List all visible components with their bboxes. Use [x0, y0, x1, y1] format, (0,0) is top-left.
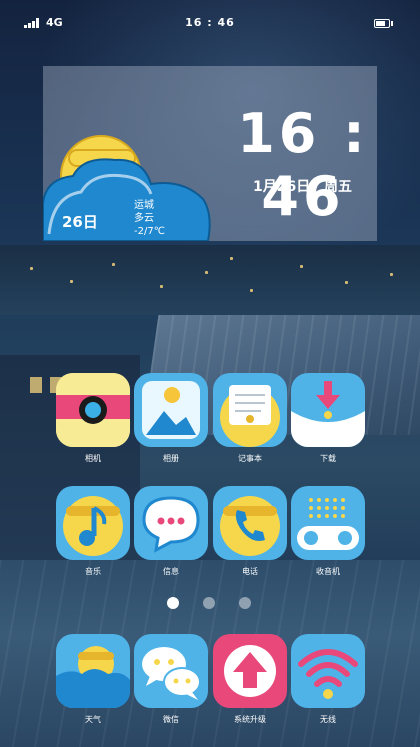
page-dot-2[interactable] [203, 597, 215, 609]
app-music[interactable]: 音乐 [56, 486, 130, 577]
widget-weekday: 周五 [324, 179, 352, 195]
wechat-icon [134, 634, 208, 708]
phone-icon [213, 486, 287, 560]
app-system-update[interactable]: 系统升级 [213, 634, 287, 725]
app-radio[interactable]: 收音机 [291, 486, 365, 577]
page-dot-3[interactable] [239, 597, 251, 609]
app-wechat[interactable]: 微信 [134, 634, 208, 725]
app-label: 下载 [320, 454, 336, 463]
page-dot-1[interactable] [167, 597, 179, 609]
notepad-icon [213, 373, 287, 447]
widget-day: 26日 [62, 213, 98, 231]
app-label: 微信 [163, 715, 179, 724]
app-label: 音乐 [85, 567, 101, 576]
radio-icon [291, 486, 365, 560]
app-messages[interactable]: 信息 [134, 486, 208, 577]
messages-icon [134, 486, 208, 560]
app-download[interactable]: 下载 [291, 373, 365, 464]
wallpaper-city-skyline [0, 245, 420, 315]
gallery-icon [134, 373, 208, 447]
app-label: 相册 [163, 454, 179, 463]
page-indicator[interactable] [0, 597, 420, 611]
camera-icon [56, 373, 130, 447]
system-update-icon [213, 634, 287, 708]
app-gallery[interactable]: 相册 [134, 373, 208, 464]
app-label: 信息 [163, 567, 179, 576]
widget-temperature: -2/7℃ [134, 226, 165, 237]
app-phone[interactable]: 电话 [213, 486, 287, 577]
widget-condition: 多云 [134, 213, 154, 224]
app-label: 相机 [85, 454, 101, 463]
app-wifi[interactable]: 无线 [291, 634, 365, 725]
widget-date: 1月26日 [253, 179, 311, 195]
download-icon [291, 373, 365, 447]
weather-clock-widget[interactable]: 16 : 46 1月26日 周五 26日 运城 多云 -2/7℃ [43, 66, 377, 241]
weather-icon [56, 634, 130, 708]
app-weather[interactable]: 天气 [56, 634, 130, 725]
status-clock: 16 : 46 [185, 16, 235, 29]
app-notepad[interactable]: 记事本 [213, 373, 287, 464]
app-label: 天气 [85, 715, 101, 724]
app-label: 电话 [242, 567, 258, 576]
widget-weather-info: 运城 多云 -2/7℃ [134, 199, 165, 238]
app-label: 记事本 [238, 454, 262, 463]
widget-city: 运城 [134, 200, 154, 211]
wifi-icon [291, 634, 365, 708]
app-label: 收音机 [316, 567, 340, 576]
battery-icon [374, 19, 393, 28]
app-camera[interactable]: 相机 [56, 373, 130, 464]
app-label: 无线 [320, 715, 336, 724]
app-label: 系统升级 [234, 715, 266, 724]
music-icon [56, 486, 130, 560]
widget-time: 16 : 46 [237, 102, 369, 228]
status-bar: 4G 16 : 46 [0, 0, 420, 44]
